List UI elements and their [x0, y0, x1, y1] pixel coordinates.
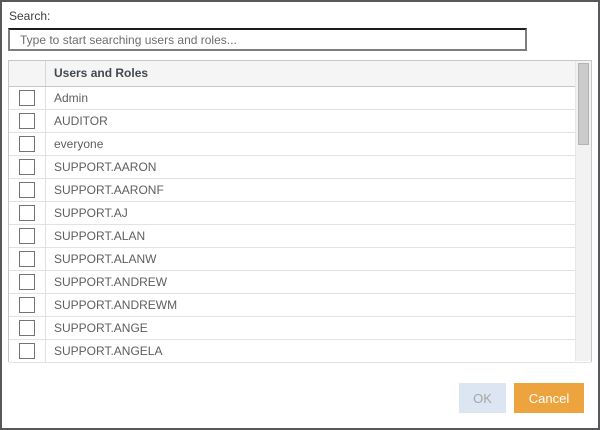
users-roles-column-header: Users and Roles [45, 61, 591, 86]
row-checkbox[interactable] [19, 320, 35, 336]
checkbox-cell [9, 317, 45, 339]
row-checkbox[interactable] [19, 205, 35, 221]
user-row[interactable]: Admin [9, 87, 591, 110]
users-roles-table: Users and Roles Admin AUDITOR everyone SUPP… [8, 60, 592, 363]
user-row[interactable]: SUPPORT.ALANW [9, 248, 591, 271]
user-row[interactable]: SUPPORT.AJ [9, 202, 591, 225]
user-row-label: SUPPORT.ANDREWM [45, 294, 591, 316]
user-row-label: SUPPORT.ANDREW [45, 271, 591, 293]
checkbox-cell [9, 110, 45, 132]
checkbox-cell [9, 87, 45, 109]
row-checkbox[interactable] [19, 228, 35, 244]
checkbox-cell [9, 294, 45, 316]
user-row[interactable]: everyone [9, 133, 591, 156]
user-row[interactable]: SUPPORT.AARON [9, 156, 591, 179]
user-row[interactable]: SUPPORT.ANGE [9, 317, 591, 340]
search-input[interactable] [8, 28, 527, 51]
row-checkbox[interactable] [19, 343, 35, 359]
checkbox-cell [9, 271, 45, 293]
row-checkbox[interactable] [19, 113, 35, 129]
row-checkbox[interactable] [19, 159, 35, 175]
row-checkbox[interactable] [19, 297, 35, 313]
checkbox-cell [9, 225, 45, 247]
user-row-label: SUPPORT.ALAN [45, 225, 591, 247]
user-row-label: SUPPORT.ANGE [45, 317, 591, 339]
user-row-label: AUDITOR [45, 110, 591, 132]
row-checkbox[interactable] [19, 136, 35, 152]
select-users-dialog: Search: Users and Roles AdminAUDITORever… [0, 0, 600, 430]
checkbox-cell [9, 179, 45, 201]
checkbox-cell [9, 202, 45, 224]
cancel-button[interactable]: Cancel [514, 383, 584, 413]
row-checkbox[interactable] [19, 182, 35, 198]
user-row[interactable]: SUPPORT.ANDREW [9, 271, 591, 294]
user-row-label: SUPPORT.AARONF [45, 179, 591, 201]
search-label: Search: [9, 9, 51, 23]
user-row-label: everyone [45, 133, 591, 155]
checkbox-cell [9, 156, 45, 178]
row-checkbox[interactable] [19, 90, 35, 106]
scrollbar-thumb[interactable] [578, 63, 589, 145]
user-row[interactable]: SUPPORT.ALAN [9, 225, 591, 248]
user-row[interactable]: SUPPORT.ANGELA [9, 340, 591, 363]
user-row[interactable]: SUPPORT.AARONF [9, 179, 591, 202]
user-row-label: SUPPORT.AJ [45, 202, 591, 224]
table-header-row: Users and Roles [9, 61, 591, 87]
user-row-label: SUPPORT.ANGELA [45, 340, 591, 362]
user-row-label: SUPPORT.AARON [45, 156, 591, 178]
vertical-scrollbar[interactable] [575, 61, 591, 361]
ok-button[interactable]: OK [459, 383, 506, 413]
user-row-label: SUPPORT.ALANW [45, 248, 591, 270]
user-row[interactable]: AUDITOR [9, 110, 591, 133]
checkbox-column-header [9, 61, 45, 86]
checkbox-cell [9, 133, 45, 155]
user-list: Admin AUDITOR everyone SUPPORT.AARON SUPPORT… [9, 87, 591, 363]
checkbox-cell [9, 340, 45, 362]
user-row-label: Admin [45, 87, 591, 109]
user-row[interactable]: SUPPORT.ANDREWM [9, 294, 591, 317]
row-checkbox[interactable] [19, 274, 35, 290]
row-checkbox[interactable] [19, 251, 35, 267]
checkbox-cell [9, 248, 45, 270]
